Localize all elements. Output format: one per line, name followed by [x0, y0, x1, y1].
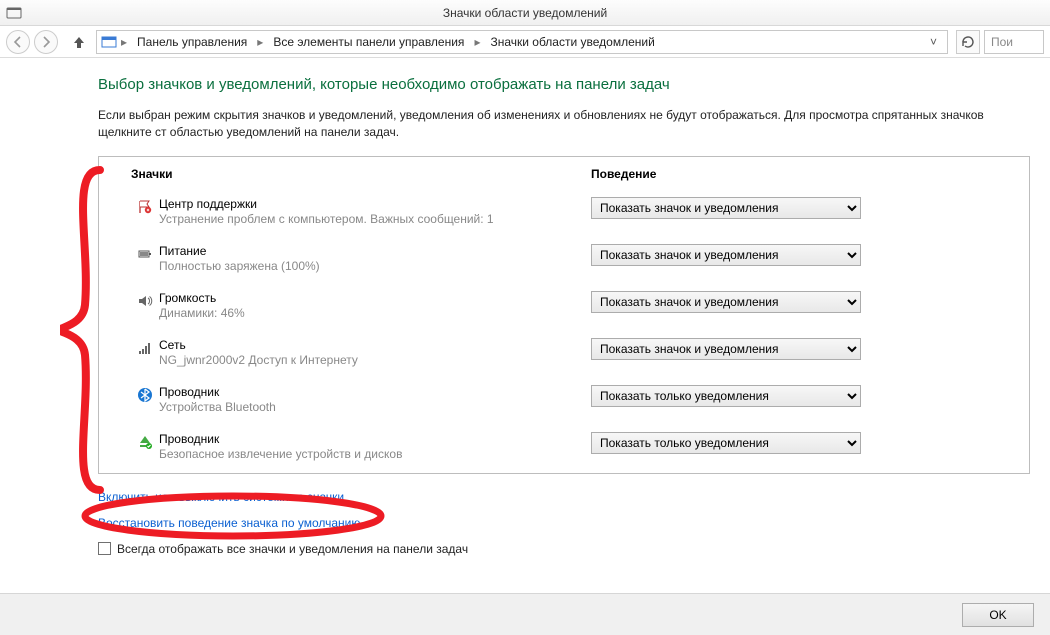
page-description: Если выбран режим скрытия значков и увед… [98, 107, 1038, 142]
checkbox-label: Всегда отображать все значки и уведомлен… [117, 542, 468, 556]
row-title: Проводник [159, 385, 591, 399]
icon-row: Центр поддержкиУстранение проблем с комп… [99, 191, 1029, 238]
row-text: ГромкостьДинамики: 46% [159, 291, 591, 320]
restore-defaults-link[interactable]: Восстановить поведение значка по умолчан… [98, 516, 1050, 530]
row-subtitle: Безопасное извлечение устройств и дисков [159, 447, 591, 461]
column-header-behavior: Поведение [591, 167, 1013, 181]
bluetooth-icon [131, 385, 159, 403]
battery-icon [131, 244, 159, 262]
row-text: ПроводникУстройства Bluetooth [159, 385, 591, 414]
row-subtitle: Динамики: 46% [159, 306, 591, 320]
address-dropdown-icon[interactable]: ˅ [924, 35, 943, 49]
behavior-select[interactable]: Показать значок и уведомленияПоказать то… [591, 291, 861, 313]
behavior-select[interactable]: Показать значок и уведомленияПоказать то… [591, 432, 861, 454]
flag-icon [131, 197, 159, 215]
row-text: Центр поддержкиУстранение проблем с комп… [159, 197, 591, 226]
row-title: Питание [159, 244, 591, 258]
volume-icon [131, 291, 159, 309]
back-button[interactable] [6, 30, 30, 54]
titlebar: Значки области уведомлений [0, 0, 1050, 26]
row-title: Сеть [159, 338, 591, 352]
row-subtitle: Устранение проблем с компьютером. Важных… [159, 212, 591, 226]
behavior-select[interactable]: Показать значок и уведомленияПоказать то… [591, 197, 861, 219]
address-icon [101, 34, 117, 50]
network-icon [131, 338, 159, 356]
search-placeholder: Пои [991, 35, 1013, 49]
links-section: Включить или выключить системные значки … [98, 490, 1050, 530]
chevron-right-icon: ▸ [255, 35, 265, 49]
row-text: СетьNG_jwnr2000v2 Доступ к Интернету [159, 338, 591, 367]
row-text: ПитаниеПолностью заряжена (100%) [159, 244, 591, 273]
window-icon [6, 5, 22, 21]
icon-row: ПроводникУстройства BluetoothПоказать зн… [99, 379, 1029, 426]
chevron-right-icon: ▸ [119, 35, 129, 49]
eject-icon [131, 432, 159, 450]
search-input[interactable]: Пои [984, 30, 1044, 54]
breadcrumb[interactable]: Значки области уведомлений [484, 33, 660, 51]
behavior-select[interactable]: Показать значок и уведомленияПоказать то… [591, 244, 861, 266]
row-title: Громкость [159, 291, 591, 305]
row-title: Центр поддержки [159, 197, 591, 211]
forward-button[interactable] [34, 30, 58, 54]
row-text: ПроводникБезопасное извлечение устройств… [159, 432, 591, 461]
navbar: ▸ Панель управления ▸ Все элементы панел… [0, 26, 1050, 58]
system-icons-link[interactable]: Включить или выключить системные значки [98, 490, 1050, 504]
window-title: Значки области уведомлений [443, 6, 607, 20]
always-show-checkbox-row[interactable]: Всегда отображать все значки и уведомлен… [98, 542, 1050, 556]
up-button[interactable] [70, 32, 88, 52]
icon-row: ГромкостьДинамики: 46%Показать значок и … [99, 285, 1029, 332]
ok-button[interactable]: OK [962, 603, 1034, 627]
row-subtitle: Устройства Bluetooth [159, 400, 591, 414]
page-title: Выбор значков и уведомлений, которые нео… [98, 76, 1050, 93]
behavior-select[interactable]: Показать значок и уведомленияПоказать то… [591, 385, 861, 407]
icon-row: СетьNG_jwnr2000v2 Доступ к ИнтернетуПока… [99, 332, 1029, 379]
panel-header: Значки Поведение [99, 157, 1029, 191]
icon-row: ПроводникБезопасное извлечение устройств… [99, 426, 1029, 473]
refresh-button[interactable] [956, 30, 980, 54]
breadcrumb[interactable]: Все элементы панели управления [267, 33, 470, 51]
footer: OK [0, 593, 1050, 635]
breadcrumb[interactable]: Панель управления [131, 33, 253, 51]
chevron-right-icon: ▸ [472, 35, 482, 49]
address-bar[interactable]: ▸ Панель управления ▸ Все элементы панел… [96, 30, 948, 54]
icons-panel: Значки Поведение Центр поддержкиУстранен… [98, 156, 1030, 474]
row-subtitle: NG_jwnr2000v2 Доступ к Интернету [159, 353, 591, 367]
row-subtitle: Полностью заряжена (100%) [159, 259, 591, 273]
row-title: Проводник [159, 432, 591, 446]
icon-row: ПитаниеПолностью заряжена (100%)Показать… [99, 238, 1029, 285]
checkbox-icon[interactable] [98, 542, 111, 555]
behavior-select[interactable]: Показать значок и уведомленияПоказать то… [591, 338, 861, 360]
content-area: Выбор значков и уведомлений, которые нео… [0, 58, 1050, 556]
column-header-icons: Значки [131, 167, 591, 181]
